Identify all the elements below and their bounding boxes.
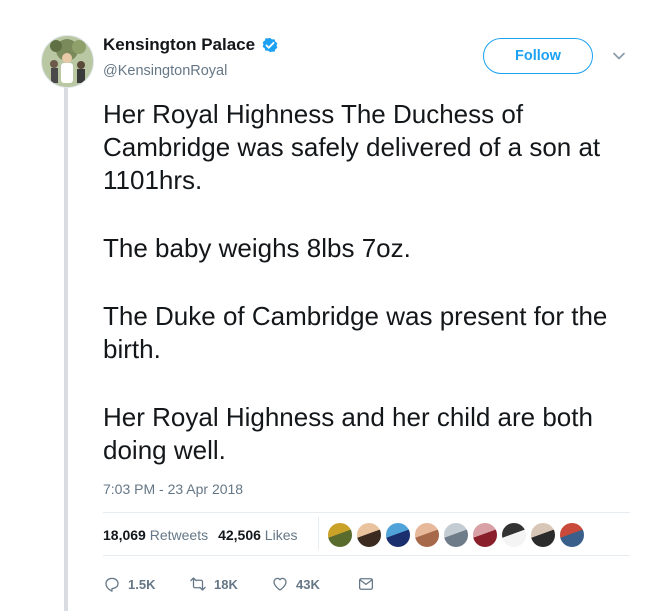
tweet-paragraph: Her Royal Highness and her child are bot… xyxy=(103,402,593,465)
handle[interactable]: @KensingtonRoyal xyxy=(103,63,227,79)
retweets-label: Retweets xyxy=(149,527,209,543)
tweet-paragraph: Her Royal Highness The Duchess of Cambri… xyxy=(103,99,601,195)
liker-avatar[interactable] xyxy=(472,522,498,548)
retweet-icon xyxy=(190,577,206,591)
liker-avatar[interactable] xyxy=(501,522,527,548)
tweet-actions: 1.5K 18K 43K xyxy=(103,575,375,593)
envelope-icon xyxy=(358,578,374,590)
retweets-count: 18,069 xyxy=(103,527,146,543)
divider xyxy=(103,512,630,513)
avatar-image-icon xyxy=(42,36,93,87)
retweet-count: 18K xyxy=(214,576,238,592)
tweet-text: Her Royal Highness The Duchess of Cambri… xyxy=(103,98,643,502)
tweet-paragraph: The Duke of Cambridge was present for th… xyxy=(103,301,608,364)
stats-separator xyxy=(318,517,319,550)
avatar[interactable] xyxy=(41,35,94,88)
liker-avatar[interactable] xyxy=(530,522,556,548)
likes-count: 42,506 xyxy=(218,527,261,543)
verified-badge-icon xyxy=(262,37,278,53)
tweet-stats: 18,069 Retweets 42,506 Likes xyxy=(103,527,297,543)
heart-icon xyxy=(273,577,287,591)
retweet-button[interactable]: 18K xyxy=(189,575,271,593)
liker-avatar[interactable] xyxy=(385,522,411,548)
divider xyxy=(103,555,630,556)
name-row: Kensington Palace xyxy=(103,35,280,55)
reply-icon xyxy=(105,577,119,592)
reply-button[interactable]: 1.5K xyxy=(103,575,189,593)
reply-count: 1.5K xyxy=(128,576,156,592)
retweets-stat[interactable]: 18,069 Retweets xyxy=(103,527,208,543)
follow-button[interactable]: Follow xyxy=(483,38,593,74)
thread-line xyxy=(64,86,68,611)
chevron-down-icon[interactable] xyxy=(611,48,627,64)
liker-avatar[interactable] xyxy=(414,522,440,548)
like-button[interactable]: 43K xyxy=(271,575,357,593)
like-count: 43K xyxy=(296,576,320,592)
direct-message-button[interactable] xyxy=(357,575,375,593)
liker-avatar[interactable] xyxy=(327,522,353,548)
timestamp[interactable]: 7:03 PM - 23 Apr 2018 xyxy=(103,481,243,497)
liker-avatar[interactable] xyxy=(443,522,469,548)
liker-avatar[interactable] xyxy=(356,522,382,548)
tweet-paragraph: The baby weighs 8lbs 7oz. xyxy=(103,233,411,263)
display-name[interactable]: Kensington Palace xyxy=(103,35,255,55)
likers-avatars xyxy=(327,522,585,548)
likes-stat[interactable]: 42,506 Likes xyxy=(218,527,297,543)
liker-avatar[interactable] xyxy=(559,522,585,548)
likes-label: Likes xyxy=(264,527,298,543)
